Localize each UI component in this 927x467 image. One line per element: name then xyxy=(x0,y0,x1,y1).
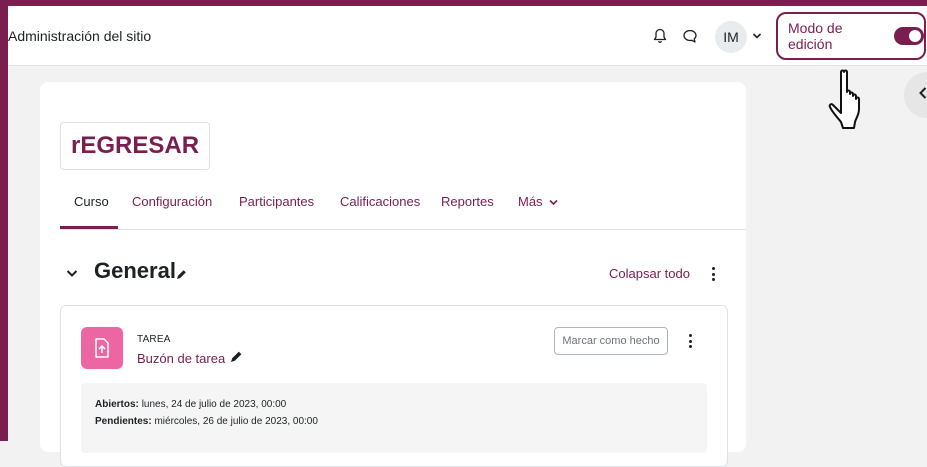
top-navbar: Administración del sitio IM Modo de edic… xyxy=(8,6,927,66)
activity-link[interactable]: Buzón de tarea xyxy=(137,351,225,366)
due-date: Pendientes: miércoles, 26 de julio de 20… xyxy=(95,416,318,427)
course-title: rEGRESAR xyxy=(60,122,211,170)
tab-reportes[interactable]: Reportes xyxy=(441,194,494,209)
opened-date: Abiertos: lunes, 24 de julio de 2023, 00… xyxy=(95,399,286,410)
pencil-icon[interactable] xyxy=(229,350,243,369)
section-title: General xyxy=(94,258,176,283)
tab-participantes[interactable]: Participantes xyxy=(239,194,314,209)
tab-mas[interactable]: Más xyxy=(518,194,558,209)
kebab-menu-icon[interactable] xyxy=(688,334,692,348)
tab-configuracion[interactable]: Configuración xyxy=(132,194,212,209)
opened-value: lunes, 24 de julio de 2023, 00:00 xyxy=(141,399,287,410)
tab-mas-label: Más xyxy=(518,194,543,209)
tab-calificaciones[interactable]: Calificaciones xyxy=(340,194,420,209)
chevron-left-icon xyxy=(918,86,927,105)
course-title-text: rEGRESAR xyxy=(71,132,200,159)
activity-dates: Abiertos: lunes, 24 de julio de 2023, 00… xyxy=(81,383,707,453)
mark-as-done-button[interactable]: Marcar como hecho xyxy=(554,327,668,355)
section-collapse-chevron-icon[interactable] xyxy=(66,265,78,283)
bell-icon[interactable] xyxy=(652,28,668,44)
due-label: Pendientes: xyxy=(95,416,152,427)
tabs-divider xyxy=(60,229,746,230)
hand-pointer-cursor xyxy=(828,69,860,129)
due-value: miércoles, 26 de julio de 2023, 00:00 xyxy=(154,416,318,427)
site-admin-link[interactable]: Administración del sitio xyxy=(8,28,151,44)
window-frame-left xyxy=(0,0,8,441)
chevron-down-icon[interactable] xyxy=(750,28,764,44)
edit-mode-switch[interactable] xyxy=(893,27,924,45)
tab-curso[interactable]: Curso xyxy=(74,194,109,209)
chevron-down-icon xyxy=(549,199,558,206)
collapse-all-link[interactable]: Colapsar todo xyxy=(609,266,690,281)
activity-type: TAREA xyxy=(137,334,171,345)
user-avatar[interactable]: IM xyxy=(715,21,747,53)
kebab-menu-icon[interactable] xyxy=(711,267,715,281)
course-card: rEGRESAR Curso Configuración Participant… xyxy=(40,82,746,467)
open-drawer-button[interactable] xyxy=(904,72,927,118)
edit-mode-toggle[interactable]: Modo de edición xyxy=(776,12,926,60)
activity-card: TAREA Buzón de tarea Marcar como hecho A… xyxy=(60,305,728,467)
opened-label: Abiertos: xyxy=(95,399,139,410)
upload-file-icon xyxy=(81,327,123,369)
pencil-icon[interactable] xyxy=(175,268,187,286)
chat-icon[interactable] xyxy=(682,28,698,44)
edit-mode-label: Modo de edición xyxy=(788,20,843,52)
